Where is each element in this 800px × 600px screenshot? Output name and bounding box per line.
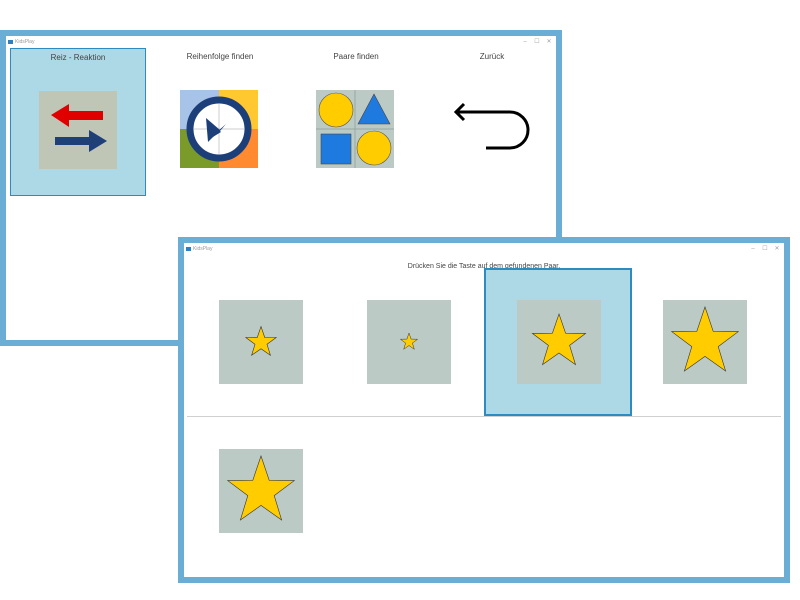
app-logo-icon [186,247,191,251]
card [367,300,451,384]
menu-titlebar: KidsPlay – ☐ ✕ [6,36,556,48]
close-button[interactable]: ✕ [772,243,782,255]
tile-label: Paare finden [333,52,379,61]
pairs-titlebar: KidsPlay – ☐ ✕ [184,243,784,255]
divider [187,416,781,417]
close-button[interactable]: ✕ [544,36,554,48]
tile-label: Zurück [479,52,505,61]
target-card [219,449,303,533]
minimize-button[interactable]: – [748,243,758,255]
star-icon [226,455,296,521]
maximize-button[interactable]: ☐ [532,36,542,48]
option-card-3[interactable] [484,268,632,416]
tile-label: Reiz - Reaktion [50,53,106,62]
star-icon [670,306,740,372]
card [219,300,303,384]
star-icon [531,313,587,366]
tile-label: Reihenfolge finden [186,52,254,61]
back-arrow-icon [452,90,530,168]
option-card-1[interactable] [192,268,340,416]
card [663,300,747,384]
app-logo-icon [8,40,13,44]
card [517,300,601,384]
tile-reihenfolge-finden[interactable]: Reihenfolge finden [152,48,288,196]
option-card-2[interactable] [340,268,488,416]
option-card-4[interactable] [636,268,784,416]
star-icon [244,325,278,357]
tile-reiz-reaktion[interactable]: Reiz - Reaktion [10,48,146,196]
star-icon [399,332,419,350]
minimize-button[interactable]: – [520,36,530,48]
pairs-window: KidsPlay – ☐ ✕ Drücken Sie die Taste auf… [178,237,790,583]
pairs-window-title: KidsPlay [193,246,213,252]
tile-paare-finden[interactable]: Paare finden [288,48,424,196]
clock-icon [180,90,258,168]
maximize-button[interactable]: ☐ [760,243,770,255]
arrows-icon [39,91,117,169]
menu-window-title: KidsPlay [15,39,35,45]
tile-zurueck[interactable]: Zurück [424,48,560,196]
shapes-icon [316,90,394,168]
